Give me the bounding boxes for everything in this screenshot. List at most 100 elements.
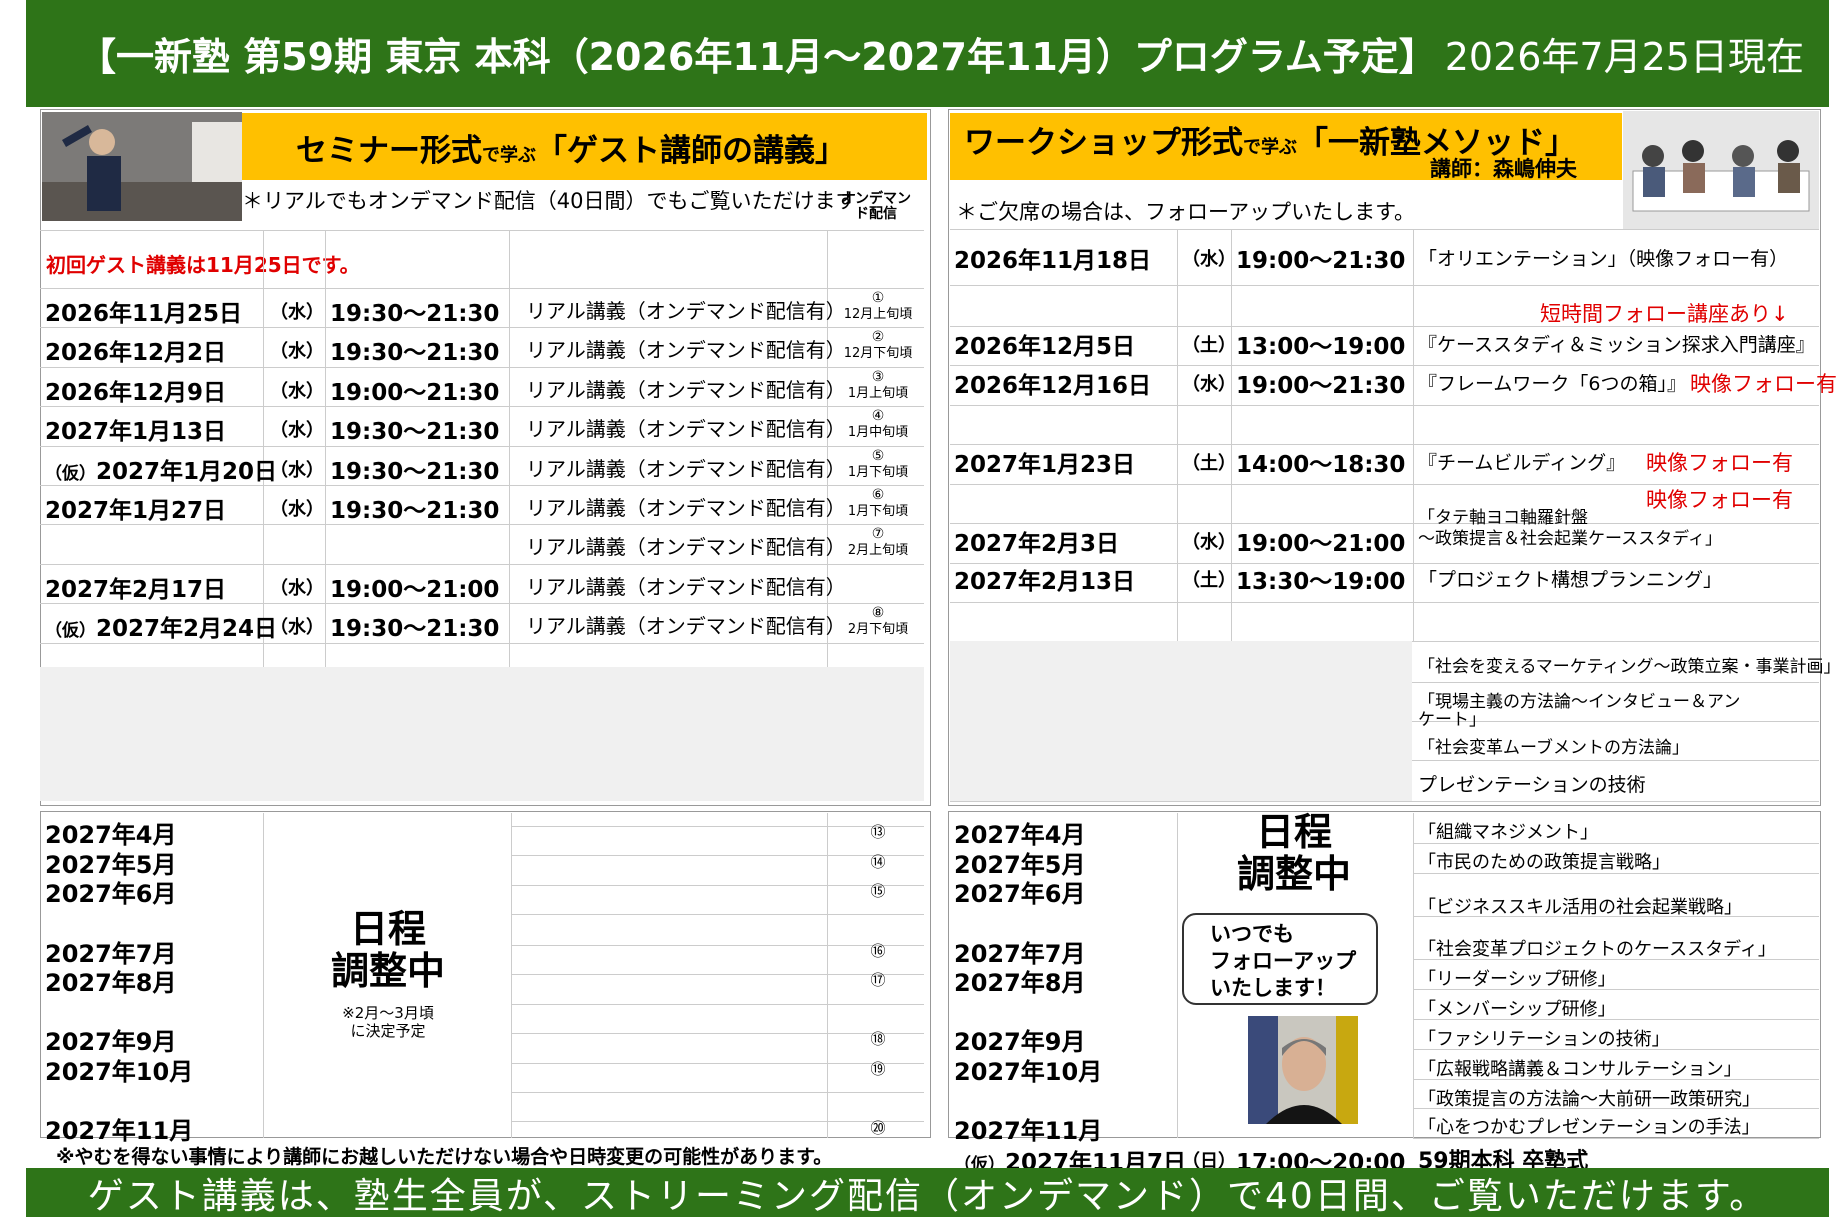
- bubble-line2: フォローアップ: [1210, 949, 1357, 973]
- ondemand-date: 12月上旬頃: [843, 307, 913, 322]
- seminar-dow: （水）: [270, 420, 324, 441]
- workshop-later-topic: 「メンバーシップ研修」: [1418, 999, 1616, 1020]
- short-follow-note: 短時間フォロー講座あり↓: [1540, 302, 1789, 326]
- seminar-lecture-type: リアル講義（オンデマンド配信有）: [526, 457, 846, 481]
- workshop-session-title: 「タテ軸ヨコ軸羅針盤: [1418, 508, 1588, 528]
- workshop-session-title: 『ケーススタディ＆ミッション探求入門講座』: [1418, 334, 1815, 356]
- seminar-time: 19:30～21:30: [330, 419, 500, 445]
- seminar-lecture-type: リアル講義（オンデマンド配信有）: [526, 338, 846, 362]
- ondemand-number: ⑳: [870, 1119, 886, 1137]
- workshop-row-line: [950, 229, 1819, 230]
- seminar-dow: （水）: [270, 617, 324, 638]
- workshop-later-month: 2027年8月: [954, 969, 1086, 997]
- seminar-col-line: [263, 230, 264, 667]
- workshop-session-title: 『フレームワーク「6つの箱」』: [1418, 373, 1687, 395]
- workshop-topic: 「社会変革ムーブメントの方法論」: [1418, 738, 1689, 758]
- workshop-date: 2026年12月16日: [954, 373, 1152, 399]
- workshop-time: 19:00～21:30: [1236, 248, 1406, 274]
- workshop-note: ＊ご欠席の場合は、フォローアップいたします。: [956, 200, 1416, 224]
- instructor-portrait: [1248, 1016, 1358, 1124]
- ondemand-number: ⑬: [870, 823, 886, 841]
- ondemand-date: 1月上旬頃: [847, 386, 909, 401]
- workshop-later-topic: 「政策提言の方法論～大前研一政策研究」: [1418, 1089, 1760, 1110]
- seminar-dow: （水）: [270, 302, 324, 323]
- seminar-title-main: セミナー形式: [296, 133, 482, 169]
- ondemand-number: ⑰: [870, 971, 886, 989]
- workshop-later-topic: 「広報戦略講義＆コンサルテーション」: [1418, 1059, 1742, 1080]
- seminar-title: セミナー形式で学ぶ「ゲスト講師の講義」: [296, 125, 846, 170]
- first-lecture-note: 初回ゲスト講義は11月25日です。: [46, 253, 360, 277]
- seminar-col-line: [325, 230, 326, 667]
- workshop-later-topic: 「ビジネススキル活用の社会起業戦略」: [1418, 897, 1742, 918]
- workshop-later-month: 2027年11月: [954, 1117, 1103, 1145]
- workshop-tbd-line2: 調整中: [1236, 852, 1351, 896]
- bubble-line3: いたします！: [1210, 976, 1336, 1000]
- ondemand-number: ⑭: [870, 853, 886, 871]
- workshop-dow: （水）: [1182, 249, 1236, 270]
- ondemand-number: ⑮: [870, 882, 886, 900]
- seminar-lecture-type: リアル講義（オンデマンド配信有）: [526, 496, 846, 520]
- ondemand-date: 1月中旬頃: [847, 425, 909, 440]
- seminar-time: 19:00～21:00: [330, 577, 500, 603]
- tentative-label: （仮）: [45, 621, 96, 641]
- workshop-title-main: ワークショップ形式: [964, 125, 1243, 161]
- seminar-lecture-photo: [42, 112, 242, 221]
- seminar-row-line: [40, 230, 924, 231]
- seminar-date-text: 2026年11月25日: [45, 301, 243, 327]
- seminar-later-row-line: [511, 1092, 924, 1093]
- ondemand-number: ①: [871, 290, 885, 306]
- ondemand-date: 1月下旬頃: [847, 465, 909, 480]
- workshop-later-topic: 「リーダーシップ研修」: [1418, 969, 1616, 990]
- workshop-date: 2027年1月23日: [954, 452, 1136, 478]
- seminar-row-line: [40, 446, 924, 447]
- seminar-time: 19:30～21:30: [330, 616, 500, 642]
- workshop-gray-block: [950, 641, 1412, 801]
- seminar-date: （仮）2027年1月20日: [45, 452, 277, 486]
- seminar-date-text: 2026年12月2日: [45, 340, 227, 366]
- seminar-date-text: 2027年1月27日: [45, 498, 227, 524]
- seminar-tbd-line2: 調整中: [330, 949, 445, 993]
- seminar-tbd-note-line2: に決定予定: [350, 1022, 426, 1040]
- seminar-lecture-type: リアル講義（オンデマンド配信有）: [526, 614, 846, 638]
- seminar-date: 2027年1月27日: [45, 491, 226, 525]
- ondemand-number: ⑧: [871, 605, 885, 621]
- seminar-lecture-type: リアル講義（オンデマンド配信有）: [526, 535, 846, 559]
- seminar-time: 19:30～21:30: [330, 459, 500, 485]
- seminar-time: 19:30～21:30: [330, 340, 500, 366]
- video-follow-tag: 映像フォロー有: [1646, 488, 1793, 512]
- ondemand-number: ⑯: [870, 942, 886, 960]
- workshop-topic: ケート」: [1418, 710, 1486, 730]
- workshop-time: 19:00～21:30: [1236, 373, 1406, 399]
- workshop-date: 2027年2月3日: [954, 531, 1120, 557]
- seminar-date-text: 2026年12月9日: [45, 380, 227, 406]
- seminar-date: 2026年12月9日: [45, 373, 226, 407]
- workshop-row-line: [950, 602, 1819, 603]
- seminar-later-col-line: [827, 813, 828, 1138]
- ondemand-number: ⑱: [870, 1030, 886, 1048]
- ondemand-number: ③: [871, 369, 885, 385]
- seminar-tbd: 日程 調整中: [264, 908, 512, 992]
- workshop-later-topic: 「組織マネジメント」: [1418, 822, 1598, 843]
- seminar-later-month: 2027年11月: [45, 1117, 194, 1145]
- workshop-instructor: 講師：森嶋伸夫: [1430, 157, 1577, 181]
- workshop-time: 13:00～19:00: [1236, 334, 1406, 360]
- seminar-dow: （水）: [270, 578, 324, 599]
- workshop-dow: （土）: [1182, 453, 1236, 474]
- seminar-tbd-note: ※2月～3月頃 に決定予定: [264, 1004, 512, 1040]
- seminar-date-text: 2027年1月20日: [96, 459, 278, 485]
- seminar-row-line: [40, 643, 924, 644]
- ondemand-number: ④: [871, 408, 885, 424]
- seminar-gray-block: [40, 667, 924, 801]
- workshop-row-line: [950, 801, 1819, 802]
- seminar-row-line: [40, 564, 924, 565]
- workshop-time: 19:00～21:00: [1236, 531, 1406, 557]
- workshop-time: 13:30～19:00: [1236, 569, 1406, 595]
- seminar-later-row-line: [511, 914, 924, 915]
- seminar-date: 2027年1月13日: [45, 412, 226, 446]
- workshop-row-line: [950, 285, 1819, 286]
- seminar-tbd-line1: 日程: [349, 907, 426, 951]
- ondemand-number: ⑲: [870, 1060, 886, 1078]
- ondemand-number: ②: [871, 329, 885, 345]
- workshop-dow: （土）: [1182, 570, 1236, 591]
- seminar-dow: （水）: [270, 460, 324, 481]
